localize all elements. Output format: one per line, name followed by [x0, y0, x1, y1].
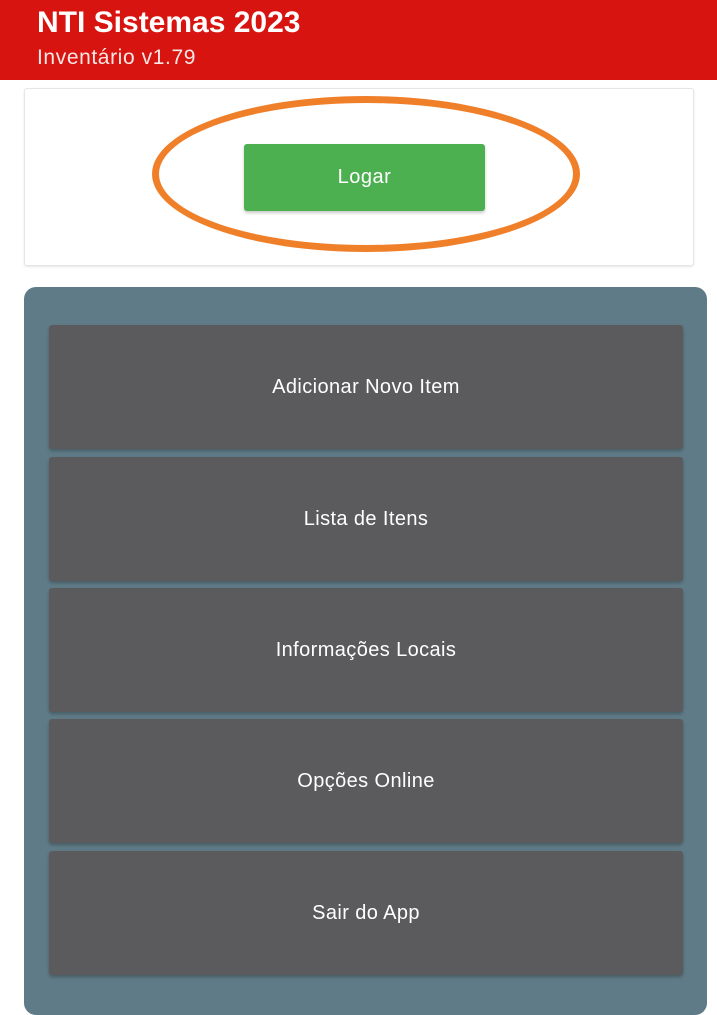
menu-item-exit-app[interactable]: Sair do App: [49, 851, 683, 975]
app-title: NTI Sistemas 2023: [37, 6, 301, 39]
menu-item-local-info[interactable]: Informações Locais: [49, 588, 683, 712]
app-header: NTI Sistemas 2023 Inventário v1.79: [0, 0, 717, 80]
login-button[interactable]: Logar: [244, 144, 485, 211]
menu-item-online-options[interactable]: Opções Online: [49, 719, 683, 843]
app-subtitle: Inventário v1.79: [37, 46, 197, 69]
menu-item-item-list[interactable]: Lista de Itens: [49, 457, 683, 581]
menu-item-add-new-item[interactable]: Adicionar Novo Item: [49, 325, 683, 449]
